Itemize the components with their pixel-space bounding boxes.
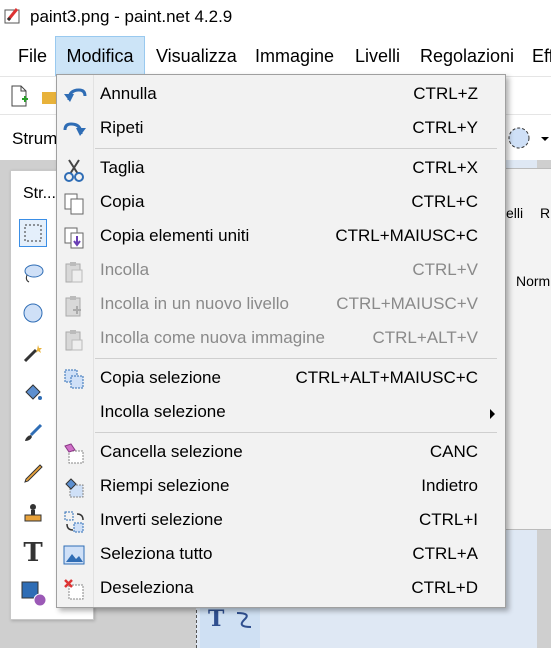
menu-item-cut[interactable]: Taglia CTRL+X <box>57 152 505 186</box>
menu-separator <box>95 432 497 433</box>
scissors-icon <box>63 158 85 182</box>
menu-item-copy-selection[interactable]: Copia selezione CTRL+ALT+MAIUSC+C <box>57 362 505 396</box>
line-curve-icon[interactable] <box>234 610 254 635</box>
edit-menu: Annulla CTRL+Z Ripeti CTRL+Y Taglia CTRL… <box>56 74 506 608</box>
menu-modifica[interactable]: Modifica <box>55 36 145 76</box>
deselect-icon <box>63 578 85 600</box>
undo-icon <box>63 84 87 106</box>
paste-icon <box>63 260 85 283</box>
selection-shape-icon[interactable] <box>506 125 532 156</box>
paintbrush-icon[interactable] <box>19 419 47 447</box>
copy-icon <box>63 192 85 215</box>
window-title: paint3.png - paint.net 4.2.9 <box>30 7 233 26</box>
text-tool-icon[interactable]: T <box>19 538 47 568</box>
magic-wand-icon[interactable] <box>19 339 47 367</box>
menu-item-invert-selection[interactable]: Inverti selezione CTRL+I <box>57 504 505 538</box>
menu-bar: File Modifica Visualizza Immagine Livell… <box>0 36 551 76</box>
menu-item-select-all[interactable]: Seleziona tutto CTRL+A <box>57 538 505 572</box>
lasso-tool-icon[interactable] <box>19 259 47 287</box>
menu-file[interactable]: File <box>18 36 47 76</box>
paintnet-icon <box>4 7 22 25</box>
copy-merged-icon <box>63 226 85 249</box>
redo-icon <box>63 118 86 140</box>
chevron-down-icon[interactable] <box>540 131 550 149</box>
menu-item-paste-new-layer: Incolla in un nuovo livello CTRL+MAIUSC+… <box>57 288 505 322</box>
menu-immagine[interactable]: Immagine <box>255 36 334 76</box>
copy-selection-icon <box>63 368 85 390</box>
paste-new-layer-icon <box>63 294 85 317</box>
layers-panel-label-2: Ri <box>540 205 551 221</box>
layers-panel: elli Ri Norm <box>505 168 551 530</box>
menu-item-paste-selection[interactable]: Incolla selezione <box>57 396 505 430</box>
menu-effetti[interactable]: Eff <box>532 36 551 76</box>
new-file-icon[interactable] <box>9 85 29 112</box>
menu-separator <box>95 148 497 149</box>
menu-item-fill-selection[interactable]: Riempi selezione Indietro <box>57 470 505 504</box>
menu-item-undo[interactable]: Annulla CTRL+Z <box>57 78 505 112</box>
menu-item-redo[interactable]: Ripeti CTRL+Y <box>57 112 505 146</box>
menu-item-paste-new-image: Incolla come nuova immagine CTRL+ALT+V <box>57 322 505 356</box>
pencil-icon[interactable] <box>19 459 47 487</box>
paste-new-image-icon <box>63 328 85 351</box>
title-bar: paint3.png - paint.net 4.2.9 <box>0 0 551 36</box>
erase-selection-icon <box>63 442 85 464</box>
menu-item-deselect[interactable]: Deseleziona CTRL+D <box>57 572 505 606</box>
menu-separator <box>95 358 497 359</box>
menu-visualizza[interactable]: Visualizza <box>156 36 237 76</box>
menu-item-erase-selection[interactable]: Cancella selezione CANC <box>57 436 505 470</box>
submenu-arrow-icon <box>490 409 495 419</box>
menu-livelli[interactable]: Livelli <box>355 36 400 76</box>
ellipse-select-tool-icon[interactable] <box>19 299 47 327</box>
clone-stamp-icon[interactable] <box>19 499 47 527</box>
tools-label: Strum <box>12 129 58 148</box>
menu-regolazioni[interactable]: Regolazioni <box>420 36 514 76</box>
tools-window-title: Str... <box>23 185 56 202</box>
menu-item-paste: Incolla CTRL+V <box>57 254 505 288</box>
paint-bucket-icon[interactable] <box>19 379 47 407</box>
fill-selection-icon <box>63 476 85 498</box>
layers-panel-label: elli <box>506 205 524 221</box>
menu-item-copy-merged[interactable]: Copia elementi uniti CTRL+MAIUSC+C <box>57 220 505 254</box>
menu-item-copy[interactable]: Copia CTRL+C <box>57 186 505 220</box>
invert-selection-icon <box>63 510 85 533</box>
select-all-icon <box>63 544 85 566</box>
blend-mode-label: Norm <box>516 273 551 289</box>
rectangle-select-tool-icon[interactable] <box>19 219 47 247</box>
color-swatch-icon[interactable] <box>19 579 47 607</box>
text-tool-icon-secondary[interactable]: T <box>208 606 224 632</box>
open-folder-icon[interactable] <box>42 89 56 110</box>
